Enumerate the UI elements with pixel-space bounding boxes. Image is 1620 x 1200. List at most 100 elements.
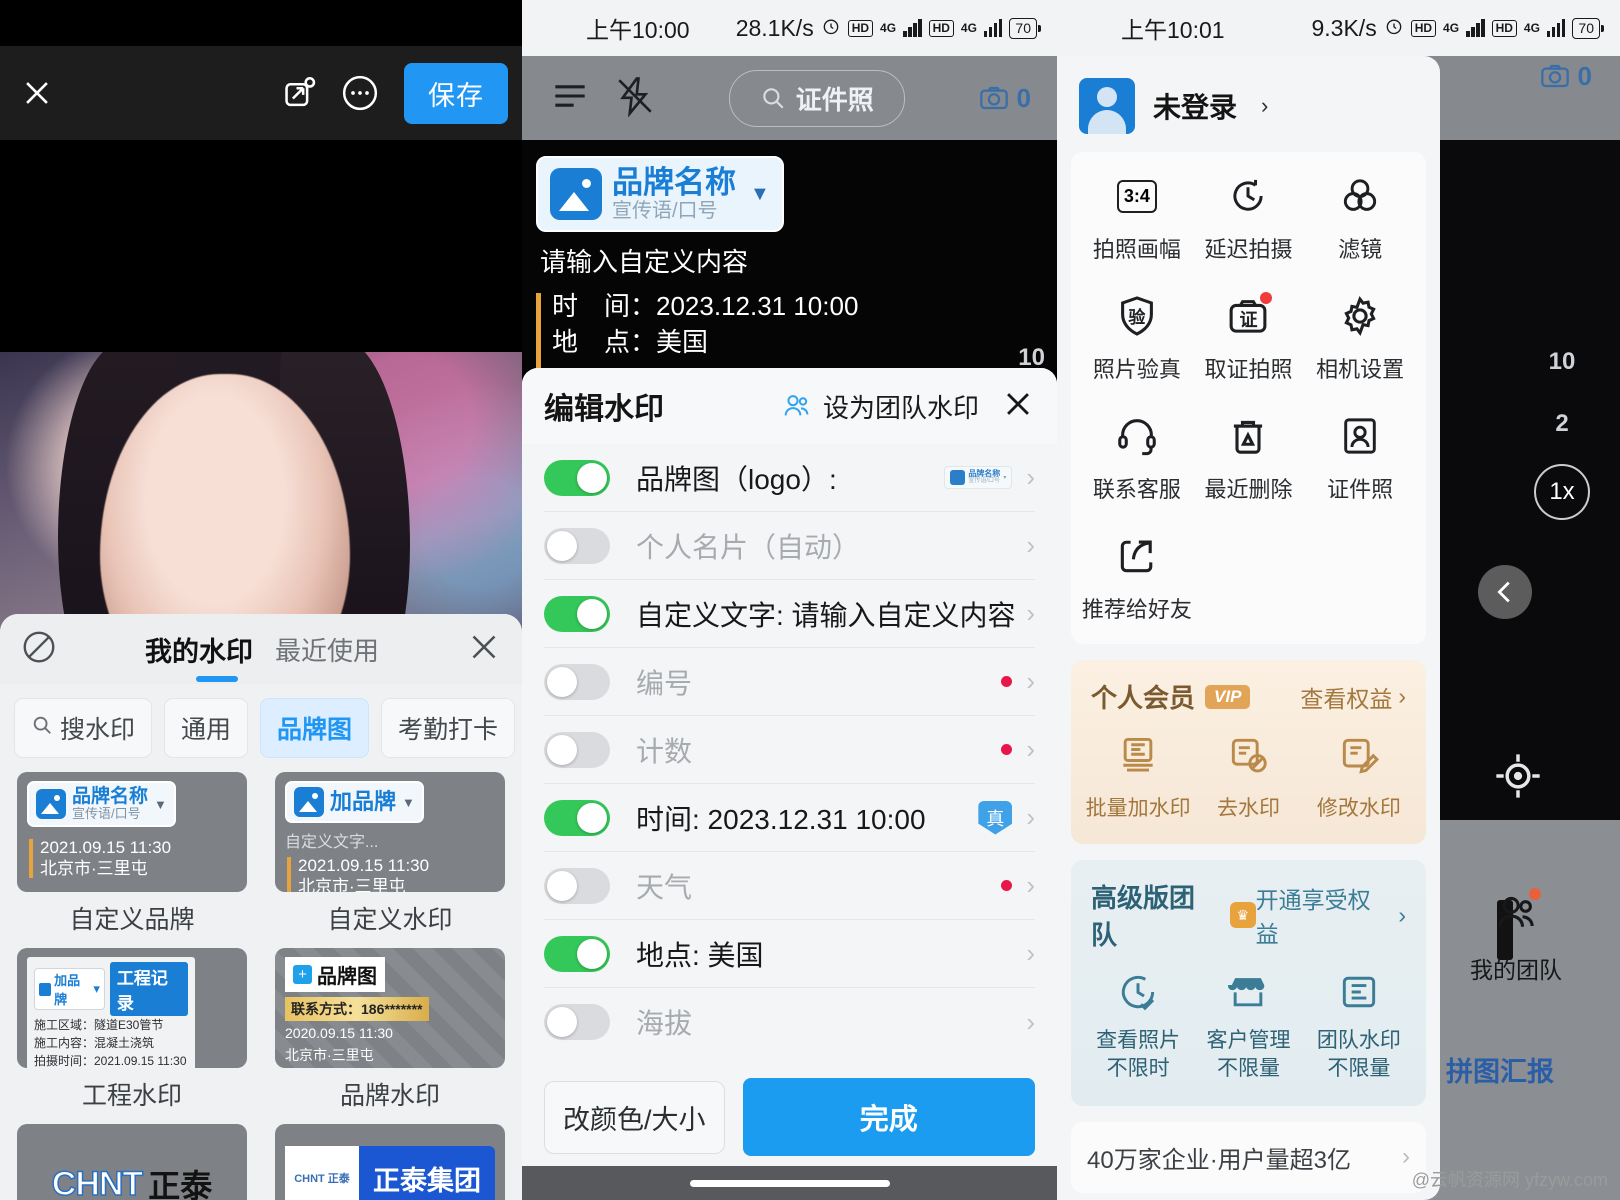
chip-brand[interactable]: 品牌图 <box>260 698 370 758</box>
tool-recommend-friend[interactable]: 推荐给好友 <box>1081 530 1193 624</box>
view-benefits-link[interactable]: 查看权益 › <box>1300 680 1406 714</box>
toggle-switch[interactable] <box>544 595 610 632</box>
tool-timer[interactable]: 延迟拍摄 <box>1193 170 1305 264</box>
team-benefits-link[interactable]: 开通享受权益 › <box>1256 881 1406 949</box>
evidence-icon-text: 证 <box>1239 310 1258 330</box>
toggle-switch[interactable] <box>544 459 610 496</box>
close-icon[interactable] <box>466 629 502 670</box>
field-row-count[interactable]: 计数 › <box>544 716 1035 784</box>
field-row-custom-text[interactable]: 自定义文字: 请输入自定义内容 › <box>544 580 1035 648</box>
pintu-report-button[interactable]: 拼图汇报 <box>1446 1050 1554 1089</box>
field-label: 天气 <box>636 871 693 903</box>
change-color-size-button[interactable]: 改颜色/大小 <box>544 1080 725 1154</box>
tool-contact-support[interactable]: 联系客服 <box>1081 410 1193 504</box>
hd-icon: HD <box>847 19 874 37</box>
chevron-left-icon[interactable] <box>1478 565 1532 619</box>
flash-off-icon[interactable] <box>614 75 656 122</box>
menu-icon[interactable] <box>548 74 592 123</box>
team-watermark[interactable]: 团队水印 不限量 <box>1304 970 1414 1084</box>
chevron-down-icon[interactable]: ▼ <box>750 183 770 206</box>
team-customer-management[interactable]: 客户管理 不限量 <box>1193 970 1303 1084</box>
chevron-right-icon: › <box>1026 1006 1035 1037</box>
watermark-thumb[interactable]: + 品牌图 联系方式：186******* 2020.09.15 11:30 北… <box>275 948 505 1068</box>
logo-thumbnail[interactable]: 品牌名称 宣传语/口号 ▾ <box>944 466 1013 489</box>
chevron-right-icon: › <box>1026 734 1035 764</box>
watermark-thumb[interactable]: CHNT 正泰 <box>17 1124 247 1200</box>
field-row-logo[interactable]: 品牌图（logo）: 品牌名称 宣传语/口号 ▾ › <box>544 444 1035 512</box>
field-row-number[interactable]: 编号 › <box>544 648 1035 716</box>
tool-recently-deleted[interactable]: 最近删除 <box>1193 410 1305 504</box>
toggle-switch[interactable] <box>544 731 610 768</box>
watermark-item[interactable]: 加品牌 ▼ 自定义文字... 2021.09.15 11:30 北京市·三里屯 … <box>272 772 508 940</box>
watermark-item[interactable]: 加品牌 ▾ 工程记录 施工区域：隧道E30管节 施工内容：混凝土浇筑 拍摄时间：2… <box>14 948 250 1116</box>
brand-title: 品牌名称 <box>612 165 736 200</box>
chip-attendance[interactable]: 考勤打卡 <box>381 698 516 758</box>
chip-general[interactable]: 通用 <box>164 698 249 758</box>
footer-card[interactable]: 40万家企业·用户量超3亿 › <box>1071 1121 1426 1193</box>
team-benefits-label: 开通享受权益 <box>1255 887 1371 947</box>
field-row-location[interactable]: 地点: 美国 › <box>544 920 1035 988</box>
watermark-item[interactable]: CHNT 正泰 <box>14 1124 250 1200</box>
watermark-item[interactable]: 品牌名称 宣传语/口号 ▼ 2021.09.15 11:30 北京市·三里屯 自… <box>14 772 250 940</box>
filter-icon <box>1334 170 1386 222</box>
no-watermark-icon[interactable] <box>20 628 58 671</box>
toggle-switch[interactable] <box>544 663 610 700</box>
team-view-photos[interactable]: 查看照片 不限时 <box>1083 970 1193 1084</box>
watermark-item[interactable]: CHNT 正泰 正泰集团 <box>272 1124 508 1200</box>
search-input[interactable]: 证件照 <box>728 69 905 127</box>
field-row-time[interactable]: 时间: 2023.12.31 10:00 真 › <box>544 784 1035 852</box>
toggle-switch[interactable] <box>544 527 610 564</box>
watermark-thumb[interactable]: CHNT 正泰 正泰集团 <box>275 1124 505 1200</box>
vip-item-label: 修改水印 <box>1316 797 1401 820</box>
chevron-right-icon: › <box>1402 1143 1410 1171</box>
watermark-caption: 工程水印 <box>81 1082 182 1110</box>
field-row-weather[interactable]: 天气 › <box>544 852 1035 920</box>
watermark-thumb[interactable]: 加品牌 ▾ 工程记录 施工区域：隧道E30管节 施工内容：混凝土浇筑 拍摄时间：2… <box>17 948 247 1068</box>
zoom-current[interactable]: 1x <box>1534 464 1590 520</box>
hd-icon: HD <box>1491 19 1517 37</box>
photo-count[interactable]: 0 <box>1539 60 1592 92</box>
watermark-thumb[interactable]: 品牌名称 宣传语/口号 ▼ 2021.09.15 11:30 北京市·三里屯 <box>17 772 247 892</box>
user-row[interactable]: 未登录 › <box>1057 56 1440 152</box>
tool-filter[interactable]: 滤镜 <box>1304 170 1416 264</box>
focus-icon[interactable] <box>1492 750 1544 807</box>
tool-evidence-photo[interactable]: 证 取证拍照 <box>1193 290 1305 384</box>
save-button[interactable]: 保存 <box>404 62 508 124</box>
remove-watermark-icon <box>1226 733 1270 782</box>
done-button[interactable]: 完成 <box>742 1078 1035 1156</box>
tool-id-photo[interactable]: 证件照 <box>1304 410 1416 504</box>
toggle-switch[interactable] <box>544 935 610 972</box>
watermark-thumb[interactable]: 加品牌 ▼ 自定义文字... 2021.09.15 11:30 北京市·三里屯 <box>275 772 505 892</box>
share-icon[interactable] <box>274 67 326 119</box>
tab-my-watermarks[interactable]: 我的水印 <box>145 630 253 669</box>
set-team-watermark-button[interactable]: 设为团队水印 <box>781 388 979 425</box>
toggle-switch[interactable] <box>544 867 610 904</box>
toggle-switch[interactable] <box>544 799 610 836</box>
tab-recent[interactable]: 最近使用 <box>275 631 379 668</box>
network-type: 4G <box>960 21 977 35</box>
tool-label: 联系客服 <box>1092 477 1181 502</box>
vip-remove-watermark[interactable]: 去水印 <box>1193 733 1303 822</box>
more-icon[interactable] <box>334 67 386 119</box>
my-team-button[interactable]: 我的团队 <box>1470 888 1562 985</box>
zoom-mark[interactable]: 2 <box>1534 410 1590 438</box>
brand-pill[interactable]: 品牌名称 宣传语/口号 ▼ <box>536 156 784 233</box>
vip-batch-watermark[interactable]: 批量加水印 <box>1083 733 1193 822</box>
field-row-altitude[interactable]: 海拔 › <box>544 988 1035 1056</box>
username: 未登录 <box>1153 92 1238 123</box>
tool-camera-settings[interactable]: 相机设置 <box>1304 290 1416 384</box>
vip-edit-watermark[interactable]: 修改水印 <box>1304 733 1414 822</box>
tool-verify-photo[interactable]: 验 照片验真 <box>1081 290 1193 384</box>
watermark-item[interactable]: + 品牌图 联系方式：186******* 2020.09.15 11:30 北… <box>272 948 508 1116</box>
close-icon[interactable] <box>14 70 60 116</box>
search-watermark-chip[interactable]: 搜水印 <box>14 698 153 758</box>
field-row-business-card[interactable]: 个人名片（自动） › <box>544 512 1035 580</box>
tool-aspect-ratio[interactable]: 3:4 拍照画幅 <box>1081 170 1193 264</box>
photo-count[interactable]: 0 <box>978 82 1031 114</box>
toggle-switch[interactable] <box>544 1004 610 1040</box>
zoom-mark[interactable]: 10 <box>1534 348 1590 376</box>
tab-underline <box>196 676 238 682</box>
close-icon[interactable] <box>1001 387 1035 426</box>
home-indicator[interactable] <box>689 1179 890 1187</box>
new-dot <box>1001 744 1013 755</box>
